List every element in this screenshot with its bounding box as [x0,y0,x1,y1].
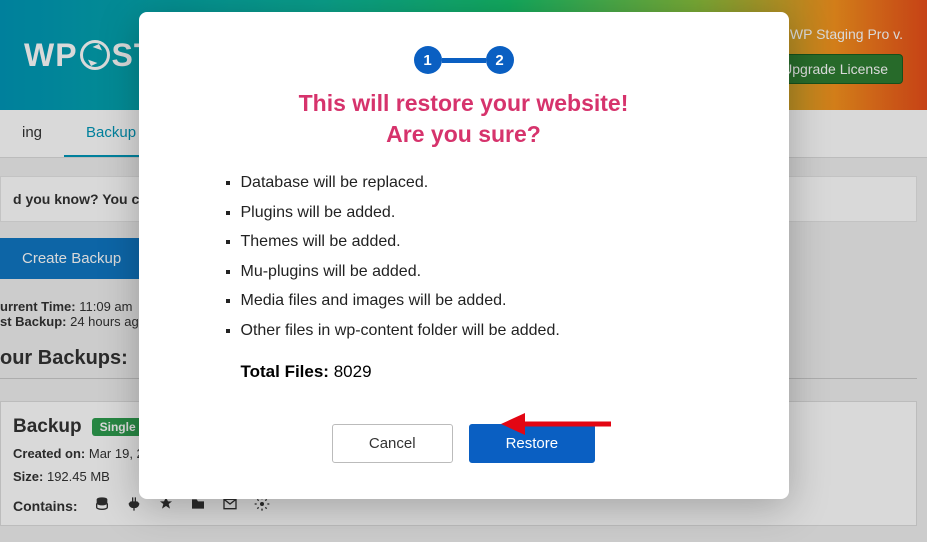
list-item: Plugins will be added. [241,198,743,228]
modal-title: This will restore your website! Are you … [185,88,743,150]
cancel-button[interactable]: Cancel [332,424,453,463]
step-connector [442,58,486,63]
step-indicator: 1 2 [185,46,743,74]
restore-confirm-modal: 1 2 This will restore your website! Are … [139,12,789,499]
modal-actions: Cancel Restore [185,424,743,463]
total-files: Total Files: 8029 [185,362,743,382]
restore-item-list: Database will be replaced. Plugins will … [185,168,743,346]
list-item: Themes will be added. [241,227,743,257]
step-2: 2 [486,46,514,74]
list-item: Database will be replaced. [241,168,743,198]
list-item: Media files and images will be added. [241,286,743,316]
annotation-arrow-icon [501,409,611,439]
list-item: Mu-plugins will be added. [241,257,743,287]
step-1: 1 [414,46,442,74]
list-item: Other files in wp-content folder will be… [241,316,743,346]
